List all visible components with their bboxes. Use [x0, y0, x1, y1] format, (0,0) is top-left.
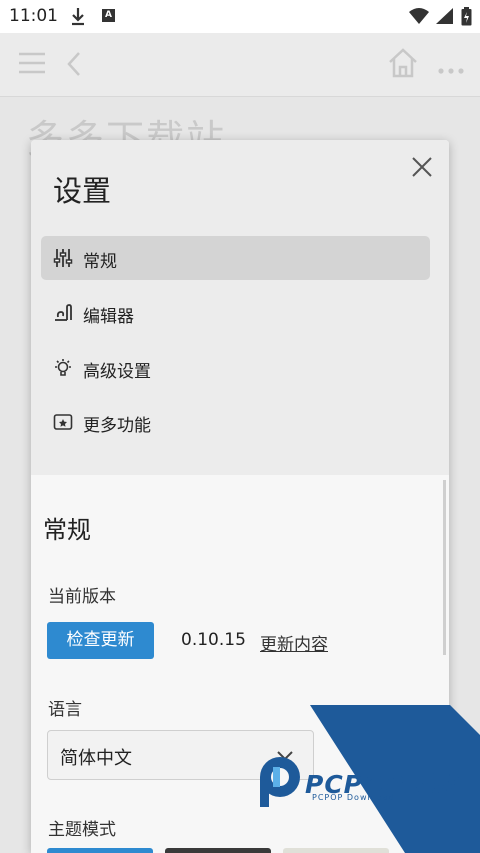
back-icon[interactable]	[66, 50, 82, 82]
notification-badge-icon: A	[102, 9, 115, 22]
download-icon	[70, 6, 86, 30]
nav-item-more[interactable]: 更多功能	[41, 400, 430, 444]
version-value: 0.10.15	[181, 630, 246, 650]
status-bar: 11:01 A	[0, 0, 480, 33]
menu-icon[interactable]	[18, 50, 46, 80]
changelog-link[interactable]: 更新内容	[260, 630, 328, 655]
image-star-icon	[53, 412, 73, 432]
language-label: 语言	[48, 700, 82, 720]
section-title: 常规	[43, 516, 91, 544]
editor-icon	[53, 303, 73, 323]
nav-item-general[interactable]: 常规	[41, 236, 430, 280]
signal-icon	[434, 7, 454, 29]
language-selected-value: 简体中文	[60, 748, 132, 769]
nav-label-general: 常规	[83, 252, 117, 272]
check-update-button[interactable]: 检查更新	[47, 622, 154, 659]
nav-label-editor: 编辑器	[83, 307, 134, 327]
nav-item-editor[interactable]: 编辑器	[41, 291, 430, 335]
close-icon[interactable]	[411, 156, 433, 178]
app-header	[0, 33, 480, 97]
theme-label: 主题模式	[48, 820, 116, 840]
nav-label-more: 更多功能	[83, 416, 151, 436]
status-time: 11:01	[9, 6, 58, 26]
bulb-icon	[53, 358, 73, 378]
wifi-icon	[408, 7, 430, 29]
home-icon[interactable]	[387, 47, 419, 83]
settings-nav-panel: 设置 常规 编辑器 高级设置 更多功能	[31, 140, 449, 475]
dialog-title: 设置	[53, 174, 112, 208]
pcpop-logo-icon	[260, 757, 300, 807]
scrollbar[interactable]	[443, 480, 446, 655]
version-label: 当前版本	[48, 587, 116, 607]
watermark-subtitle: PCPOP Download	[312, 793, 395, 802]
more-icon[interactable]	[437, 60, 465, 79]
sliders-icon	[53, 248, 73, 268]
theme-option-light[interactable]	[47, 848, 153, 853]
nav-label-advanced: 高级设置	[83, 362, 151, 382]
nav-item-advanced[interactable]: 高级设置	[41, 346, 430, 390]
battery-icon	[461, 7, 472, 30]
